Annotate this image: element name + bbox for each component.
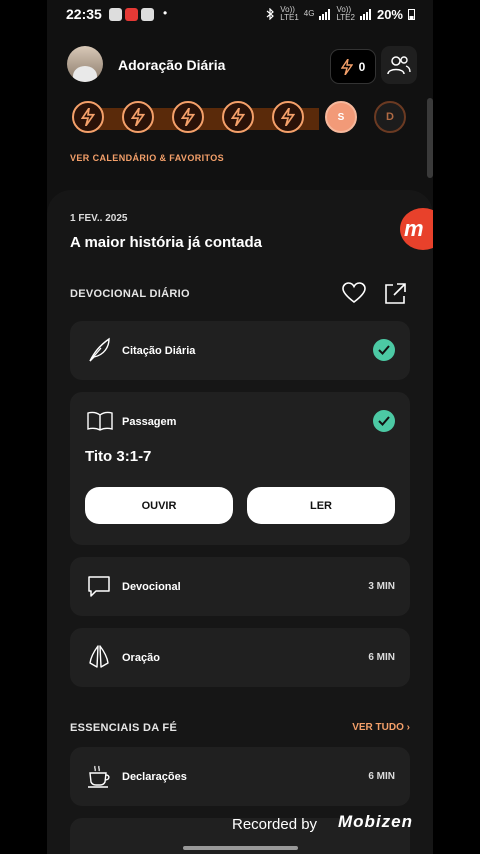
calendar-day-done[interactable] [122, 101, 154, 133]
lightning-icon [340, 58, 353, 75]
app-header: Adoração Diária 0 [47, 40, 433, 90]
calendar-day-done[interactable] [172, 101, 204, 133]
completed-check-icon [373, 339, 395, 361]
prayer-card[interactable]: Oração 6 MIN [70, 628, 410, 687]
streak-count: 0 [358, 59, 366, 74]
calendar-day-done[interactable] [222, 101, 254, 133]
book-icon [87, 411, 113, 431]
app-notification-icon [141, 8, 154, 21]
calendar-day-letter: D [386, 111, 394, 123]
lightning-icon [281, 108, 295, 126]
devotional-title: A maior história já contada [70, 234, 262, 251]
user-avatar[interactable] [67, 46, 103, 82]
calendar-day-done[interactable] [72, 101, 104, 133]
daily-quote-label: Citação Diária [122, 345, 196, 357]
lightning-icon [231, 108, 245, 126]
calendar-favorites-link[interactable]: VER CALENDÁRIO & FAVORITOS [70, 153, 224, 163]
battery-icon [408, 9, 415, 20]
faith-essentials-heading: ESSENCIAIS DA FÉ [70, 722, 178, 734]
status-bar: 22:35 • Vo)) LTE1 4G Vo)) LTE2 20% [47, 0, 433, 30]
calendar-day-letter: S [337, 111, 345, 123]
network-label: LTE2 [336, 13, 355, 22]
calendar-day-today[interactable]: S [325, 101, 357, 133]
prayer-label: Oração [122, 652, 160, 664]
status-right: Vo)) LTE1 4G Vo)) LTE2 20% [266, 6, 415, 22]
battery-percentage: 20% [376, 6, 403, 22]
status-time: 22:35 [66, 6, 102, 22]
network-label: LTE1 [280, 13, 299, 22]
read-button[interactable]: LER [247, 487, 395, 524]
app-notification-icon [125, 8, 138, 21]
lightning-icon [81, 108, 95, 126]
chevron-right-icon: › [406, 722, 410, 733]
devotional-date: 1 FEV.. 2025 [70, 213, 128, 224]
daily-devotional-heading: DEVOCIONAL DIÁRIO [70, 288, 190, 300]
app-title: Adoração Diária [118, 57, 226, 73]
notification-icons [109, 8, 154, 21]
network-indicator: Vo)) LTE2 [336, 6, 355, 22]
feather-icon [89, 337, 110, 362]
bluetooth-icon [266, 8, 275, 20]
passage-label: Passagem [122, 416, 177, 428]
app-screen: 22:35 • Vo)) LTE1 4G Vo)) LTE2 20% Adoraçã… [47, 0, 433, 854]
calendar-day-future[interactable]: D [374, 101, 406, 133]
declarations-label: Declarações [122, 771, 187, 783]
passage-reference: Tito 3:1-7 [85, 448, 152, 465]
devotional-duration: 3 MIN [368, 581, 395, 592]
people-icon [387, 56, 411, 75]
home-indicator[interactable] [183, 846, 298, 850]
lightning-icon [131, 108, 145, 126]
status-dot: • [163, 6, 168, 20]
devotional-label: Devocional [122, 581, 181, 593]
declarations-card[interactable]: Declarações 6 MIN [70, 747, 410, 806]
heart-icon[interactable] [342, 282, 366, 304]
app-notification-icon [109, 8, 122, 21]
mobizen-badge[interactable]: m [400, 208, 433, 250]
see-all-label: VER TUDO [352, 722, 404, 733]
signal-icon [319, 8, 331, 20]
community-button[interactable] [381, 46, 417, 84]
chat-bubble-icon [88, 576, 110, 597]
coffee-cup-icon [88, 765, 110, 788]
mobizen-logo: Mobizen [338, 812, 413, 831]
streak-calendar: SD [47, 98, 433, 178]
devotional-card[interactable]: Devocional 3 MIN [70, 557, 410, 616]
calendar-scrollbar[interactable] [427, 98, 433, 178]
signal-icon [359, 8, 371, 20]
prayer-duration: 6 MIN [368, 652, 395, 663]
network-generation: 4G [303, 9, 315, 18]
passage-card: Passagem Tito 3:1-7 OUVIR LER [70, 392, 410, 545]
declarations-duration: 6 MIN [368, 771, 395, 782]
praying-hands-icon [89, 645, 109, 668]
share-icon[interactable] [383, 282, 407, 306]
completed-check-icon [373, 410, 395, 432]
calendar-day-done[interactable] [272, 101, 304, 133]
network-indicator: Vo)) LTE1 [280, 6, 299, 22]
streak-button[interactable]: 0 [330, 49, 376, 84]
listen-button[interactable]: OUVIR [85, 487, 233, 524]
see-all-link[interactable]: VER TUDO › [352, 722, 410, 733]
devotional-sheet: 1 FEV.. 2025 A maior história já contada… [47, 190, 433, 854]
recording-watermark: Recorded by [232, 816, 318, 833]
daily-quote-card[interactable]: Citação Diária [70, 321, 410, 380]
lightning-icon [181, 108, 195, 126]
